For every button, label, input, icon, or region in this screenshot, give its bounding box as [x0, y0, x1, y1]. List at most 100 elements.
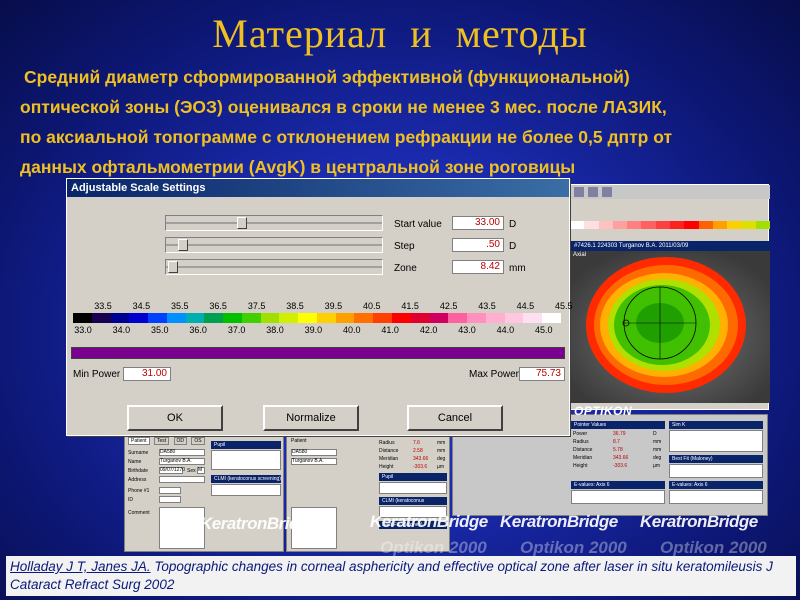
color-swatch[interactable] — [335, 313, 355, 323]
start-value-slider[interactable] — [165, 215, 383, 231]
color-swatch[interactable] — [166, 313, 186, 323]
color-swatch[interactable] — [485, 313, 505, 323]
mid-name[interactable]: Turganov B.A. — [291, 458, 337, 465]
color-swatch[interactable] — [73, 313, 92, 323]
scale-label: 33.5 — [94, 301, 112, 311]
color-swatch[interactable] — [298, 313, 317, 323]
slider-track — [166, 266, 382, 268]
citation-authors[interactable]: Holladay J T, Janes JA. — [10, 559, 151, 574]
scale-label: 35.5 — [171, 301, 189, 311]
step-input[interactable]: .50 — [452, 238, 504, 252]
max-power-input[interactable]: 75.73 — [519, 367, 565, 381]
mid-pupil-box — [379, 482, 447, 494]
cancel-button[interactable]: Cancel — [407, 405, 503, 431]
tab-patient[interactable]: Patient — [128, 437, 150, 445]
mid-surname[interactable]: DA580 — [291, 449, 337, 456]
topo-scale-swatch — [727, 221, 742, 229]
color-swatch[interactable] — [467, 313, 486, 323]
color-swatch[interactable] — [448, 313, 468, 323]
keratron-bridge-text-2: KeratronBridge — [370, 512, 488, 531]
field-phone-label: Phone #1 — [128, 488, 150, 494]
right-radius-label: Radius — [573, 439, 589, 445]
scale-label: 34.0 — [112, 325, 131, 335]
field-sex[interactable]: M — [197, 467, 205, 474]
color-swatch[interactable] — [241, 313, 261, 323]
scale-label: 36.0 — [189, 325, 207, 335]
color-swatch[interactable] — [410, 313, 430, 323]
toolbar-icon[interactable] — [602, 187, 612, 197]
scale-labels-bottom: 33.0 34.0 35.0 36.0 37.0 38.0 39.0 40.0 41.0 42.0… — [71, 325, 565, 337]
mid-meridian-unit: deg — [437, 456, 446, 462]
mid-height-label: Height — [379, 464, 394, 470]
color-swatch[interactable] — [542, 313, 561, 323]
scale-label: 43.0 — [458, 325, 476, 335]
scale-label: 38.0 — [266, 325, 284, 335]
ok-button[interactable]: OK — [127, 405, 223, 431]
start-value-label: Start value — [394, 219, 442, 230]
field-comment-label: Comment — [128, 510, 150, 516]
color-swatch[interactable] — [523, 313, 543, 323]
zone-slider[interactable] — [165, 259, 383, 275]
scale-label: 36.5 — [209, 301, 227, 311]
tab-od[interactable]: OD — [173, 437, 188, 445]
dialog-title: Adjustable Scale Settings — [67, 179, 569, 197]
field-birthdate[interactable]: 09/07/1270 — [159, 467, 185, 474]
color-swatch[interactable] — [148, 313, 167, 323]
right-distance-label: Distance — [573, 447, 593, 453]
field-surname[interactable]: DA580 — [159, 449, 205, 456]
toolbar-icon[interactable] — [588, 187, 598, 197]
tab-os[interactable]: OS — [191, 437, 205, 445]
topo-scale-swatch — [598, 221, 613, 229]
color-swatch[interactable] — [129, 313, 149, 323]
topo-color-scale — [570, 221, 770, 229]
scale-label: 37.5 — [247, 301, 266, 311]
right-distance-value: 5.78 — [613, 447, 623, 453]
mid-radius-label: Radius — [379, 440, 395, 446]
color-swatch[interactable] — [316, 313, 336, 323]
scale-label: 40.5 — [363, 301, 381, 311]
step-slider[interactable] — [165, 237, 383, 253]
zone-label: Zone — [394, 263, 417, 274]
axial-map[interactable]: Axial — [570, 251, 770, 403]
right-evalues-box — [669, 490, 763, 504]
color-swatch[interactable] — [204, 313, 224, 323]
field-name[interactable]: Turganov B.A. — [159, 458, 205, 465]
color-swatch[interactable] — [504, 313, 524, 323]
field-address[interactable] — [159, 476, 205, 483]
color-swatch[interactable] — [392, 313, 411, 323]
color-swatch[interactable] — [373, 313, 393, 323]
topo-scale-swatch — [755, 221, 770, 229]
field-comment[interactable] — [159, 507, 205, 549]
body-line-3: по аксиальной топограмме с отклонением р… — [20, 127, 673, 147]
color-swatch[interactable] — [279, 313, 299, 323]
field-birthdate-label: Birthdate — [128, 468, 149, 474]
zone-input[interactable]: 8.42 — [452, 260, 504, 274]
mid-radius-value: 7.6 — [413, 440, 420, 446]
toolbar-icon[interactable] — [574, 187, 584, 197]
pupil-header: Pupil — [211, 441, 281, 449]
start-value-input[interactable]: 33.00 — [452, 216, 504, 230]
slider-thumb[interactable] — [178, 239, 189, 251]
keratron-bridge-text-3: KeratronBridge — [500, 512, 618, 531]
color-swatch[interactable] — [260, 313, 280, 323]
min-power-input[interactable]: 31.00 — [123, 367, 171, 381]
mid-patient-tab[interactable]: Patient — [291, 437, 307, 445]
normalize-button[interactable]: Normalize — [263, 405, 359, 431]
color-swatch[interactable] — [110, 313, 130, 323]
mid-evalues-header: E-values: Axis 6 — [571, 481, 665, 489]
slider-thumb[interactable] — [237, 217, 248, 229]
tab-test[interactable]: Test — [153, 437, 170, 445]
field-id[interactable] — [159, 496, 181, 503]
slider-thumb[interactable] — [168, 261, 179, 273]
color-swatch[interactable] — [223, 313, 242, 323]
color-swatch[interactable] — [429, 313, 449, 323]
right-evalues-header: E-values: Axis 6 — [669, 481, 763, 489]
field-name-label: Name — [128, 459, 142, 465]
right-power-value: 36.79 — [613, 431, 626, 437]
color-swatch[interactable] — [354, 313, 374, 323]
mid-evalues-box — [571, 490, 665, 504]
field-phone1[interactable] — [159, 487, 181, 494]
color-swatch[interactable] — [185, 313, 205, 323]
color-swatch[interactable] — [91, 313, 111, 323]
topo-scale-swatch — [712, 221, 728, 229]
